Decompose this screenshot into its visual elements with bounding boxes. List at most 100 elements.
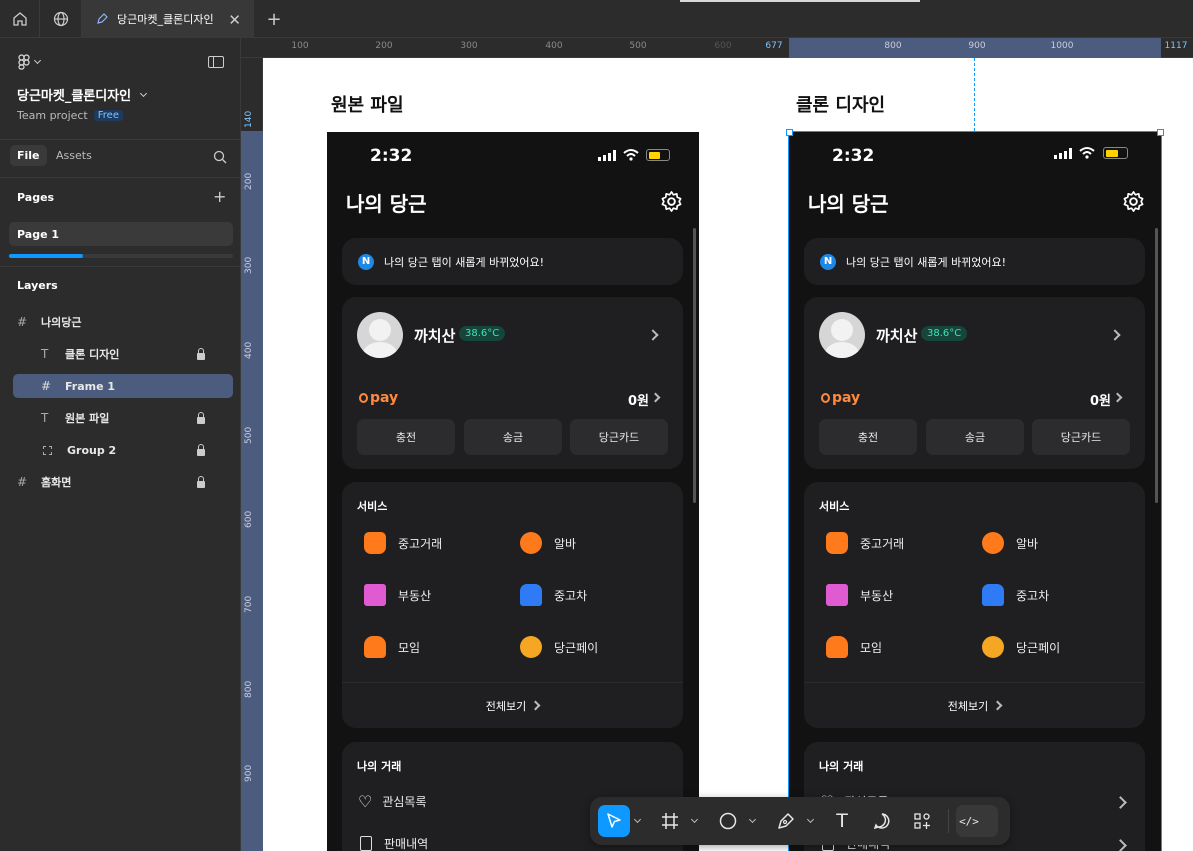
text-tool-button[interactable]: T [828, 805, 856, 837]
new-tab-button[interactable]: + [258, 0, 290, 38]
pages-scroll-indicator[interactable] [9, 254, 233, 258]
actions-tool-button[interactable] [908, 805, 936, 837]
dev-mode-toggle[interactable]: </> [956, 805, 998, 837]
service-secondhand[interactable]: 중고거래 [826, 532, 904, 554]
notice-banner[interactable]: N 나의 당근 탭이 새롭게 바뀌었어요! [342, 238, 683, 285]
pages-scroll-thumb [9, 254, 83, 258]
service-label: 모임 [860, 640, 883, 655]
layer-원본-파일[interactable]: T 원본 파일 [13, 406, 233, 430]
selection-handle-top-right[interactable] [1157, 129, 1164, 136]
wishlist-row[interactable]: ♡ 관심목록 [358, 792, 427, 811]
service-karrot-pay[interactable]: 당근페이 [520, 636, 598, 658]
chevron-right-icon[interactable] [1112, 392, 1123, 403]
home-button[interactable] [0, 0, 40, 38]
layer-나의당근[interactable]: # 나의당근 [13, 310, 233, 334]
services-title: 서비스 [357, 500, 388, 513]
won-coin-icon [520, 636, 542, 658]
search-icon[interactable] [213, 150, 227, 164]
pay-balance[interactable]: 0원 [1090, 390, 1111, 409]
service-used-car[interactable]: 중고차 [982, 584, 1049, 606]
frame-tool-button[interactable] [656, 805, 684, 837]
divider [0, 266, 241, 267]
service-community[interactable]: 모임 [826, 636, 882, 658]
layer-group-2[interactable]: Group 2 [13, 438, 233, 462]
service-part-time[interactable]: 알바 [982, 532, 1038, 554]
pen-tool-button[interactable] [772, 805, 800, 837]
lock-icon[interactable] [197, 476, 205, 488]
file-title[interactable]: 당근마켓_클론디자인 [17, 85, 148, 104]
community-button[interactable] [40, 0, 82, 38]
move-tool-button[interactable] [598, 805, 630, 837]
add-page-icon[interactable]: + [213, 187, 226, 206]
service-community[interactable]: 모임 [364, 636, 420, 658]
service-used-car[interactable]: 중고차 [520, 584, 587, 606]
profile-card: 까치산 38.6°C pay 0원 충전 송금 당근카드 [804, 297, 1145, 469]
avatar[interactable] [819, 312, 865, 358]
layer-클론-디자인[interactable]: T 클론 디자인 [13, 342, 233, 366]
chevron-right-icon[interactable] [1114, 839, 1127, 851]
move-tool-chevron-icon[interactable] [633, 815, 642, 824]
label-clone[interactable]: 클론 디자인 [796, 91, 885, 117]
chevron-right-icon[interactable] [1109, 329, 1121, 341]
scrollbar[interactable] [1155, 228, 1158, 503]
karrot-card-button[interactable]: 당근카드 [1032, 419, 1130, 455]
chevron-right-icon[interactable] [1114, 796, 1127, 809]
settings-gear-icon[interactable] [1122, 190, 1145, 213]
service-real-estate[interactable]: 부동산 [826, 584, 893, 606]
selection-handle-top-left[interactable] [786, 129, 793, 136]
settings-gear-icon[interactable] [660, 190, 683, 213]
avatar[interactable] [357, 312, 403, 358]
service-label: 당근페이 [554, 640, 599, 655]
close-tab-icon[interactable]: ✕ [228, 11, 241, 29]
sales-history-row[interactable]: 판매내역 [358, 835, 428, 851]
frame-hash-icon [662, 813, 678, 829]
file-name-text: 당근마켓_클론디자인 [17, 89, 132, 104]
remit-button[interactable]: 송금 [926, 419, 1024, 455]
phone-original[interactable]: 2:32 나의 당근 N 나의 당근 탭이 새롭게 바뀌었어요! 까치산 38.… [327, 132, 699, 851]
see-all-button[interactable]: 전체보기 [804, 682, 1145, 728]
service-label: 부동산 [860, 588, 894, 603]
plan-badge[interactable]: Free [93, 110, 123, 121]
scrollbar[interactable] [693, 228, 696, 503]
layer-frame-1[interactable]: # Frame 1 [13, 374, 233, 398]
ruler-left[interactable]: 140 200 300 400 500 600 700 800 900 [241, 58, 263, 851]
toggle-sidebar-button[interactable] [208, 56, 224, 68]
code-brackets-icon: </> [959, 814, 979, 828]
charge-button[interactable]: 충전 [819, 419, 917, 455]
frame-tool-chevron-icon[interactable] [690, 815, 699, 824]
service-karrot-pay[interactable]: 당근페이 [982, 636, 1060, 658]
service-part-time[interactable]: 알바 [520, 532, 576, 554]
lock-icon[interactable] [197, 348, 205, 360]
notice-banner[interactable]: N 나의 당근 탭이 새롭게 바뀌었어요! [804, 238, 1145, 285]
page-item-page-1[interactable]: Page 1 [9, 222, 233, 246]
label-original[interactable]: 원본 파일 [331, 91, 404, 117]
chevron-right-icon[interactable] [650, 392, 661, 403]
see-all-button[interactable]: 전체보기 [342, 682, 683, 728]
pen-tool-chevron-icon[interactable] [806, 815, 815, 824]
layer-홈화면[interactable]: # 홈화면 [13, 470, 233, 494]
status-time: 2:32 [832, 146, 875, 166]
phone-clone[interactable]: 2:32 나의 당근 N 나의 당근 탭이 새롭게 바뀌었어요! 까치산 38.… [788, 131, 1162, 851]
service-secondhand[interactable]: 중고거래 [364, 532, 442, 554]
design-canvas[interactable]: 원본 파일 클론 디자인 2:32 나의 당근 N 나의 당근 탭이 새롭게 바… [263, 58, 1193, 851]
tab-bar: 당근마켓_클론디자인 ✕ + [0, 0, 1193, 38]
ruler-top[interactable]: 100 200 300 400 500 600 677 800 900 1000… [241, 38, 1193, 58]
comment-tool-button[interactable] [868, 805, 896, 837]
file-tab[interactable]: 당근마켓_클론디자인 ✕ [82, 0, 254, 38]
tab-assets[interactable]: Assets [56, 149, 92, 162]
figma-menu-button[interactable] [17, 54, 42, 70]
karrot-card-button[interactable]: 당근카드 [570, 419, 668, 455]
remit-button[interactable]: 송금 [464, 419, 562, 455]
service-real-estate[interactable]: 부동산 [364, 584, 431, 606]
charge-button[interactable]: 충전 [357, 419, 455, 455]
tab-file[interactable]: File [10, 145, 47, 166]
lock-icon[interactable] [197, 444, 205, 456]
shape-tool-button[interactable] [714, 805, 742, 837]
ruler-tick: 140 [244, 110, 254, 128]
pay-balance[interactable]: 0원 [628, 390, 649, 409]
chevron-right-icon[interactable] [647, 329, 659, 341]
lock-icon[interactable] [197, 412, 205, 424]
shape-tool-chevron-icon[interactable] [748, 815, 757, 824]
ruler-tick: 200 [375, 41, 393, 51]
people-icon [364, 636, 386, 658]
